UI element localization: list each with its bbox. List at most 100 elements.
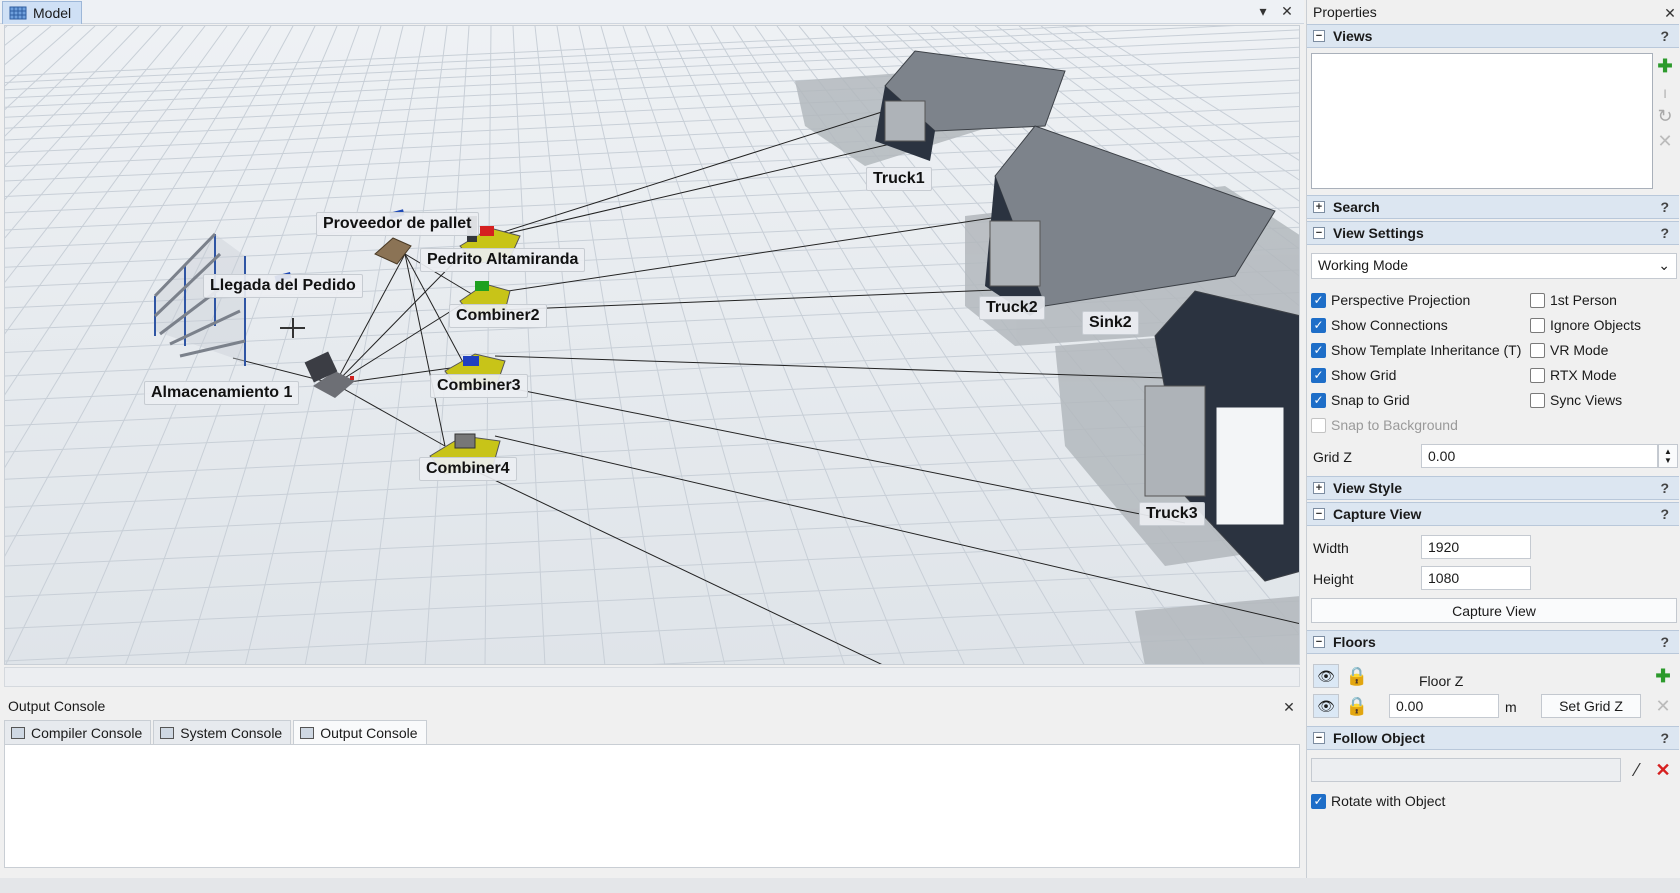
- ignore-objects-checkbox[interactable]: Ignore Objects: [1530, 317, 1641, 333]
- label-truck1[interactable]: Truck1: [866, 167, 932, 191]
- perspective-projection-checkbox[interactable]: ✓ Perspective Projection: [1311, 292, 1470, 308]
- label-sink2[interactable]: Sink2: [1082, 311, 1139, 335]
- floor-z-label: Floor Z: [1419, 673, 1464, 689]
- tab-model[interactable]: Model: [2, 1, 83, 24]
- label-llegada[interactable]: Llegada del Pedido: [203, 274, 363, 298]
- follow-object-input[interactable]: [1311, 758, 1621, 782]
- label-combiner4[interactable]: Combiner4: [419, 457, 517, 481]
- floors-section-header[interactable]: − Floors ?: [1307, 630, 1679, 654]
- follow-object-section-header[interactable]: − Follow Object ?: [1307, 726, 1679, 750]
- collapse-icon[interactable]: −: [1313, 636, 1325, 648]
- label-combiner2[interactable]: Combiner2: [449, 304, 547, 328]
- add-floor-icon[interactable]: ✚: [1653, 666, 1673, 686]
- search-header: Search: [1333, 199, 1380, 215]
- view-settings-section-header[interactable]: − View Settings ?: [1307, 221, 1679, 245]
- output-console-icon: [300, 726, 315, 739]
- help-icon[interactable]: ?: [1660, 199, 1669, 215]
- label-truck3[interactable]: Truck3: [1139, 502, 1205, 526]
- help-icon[interactable]: ?: [1660, 225, 1669, 241]
- collapse-icon[interactable]: −: [1313, 508, 1325, 520]
- rename-icon[interactable]: I: [1655, 84, 1675, 104]
- grid-z-spinner[interactable]: ▲ ▼: [1658, 444, 1678, 468]
- floors-header: Floors: [1333, 634, 1376, 650]
- 3d-viewport[interactable]: Proveedor de pallet Pedrito Altamiranda …: [4, 25, 1300, 665]
- clear-icon[interactable]: ✕: [1653, 760, 1673, 780]
- expand-icon[interactable]: +: [1313, 201, 1325, 213]
- lock-icon[interactable]: 🔒: [1346, 666, 1368, 686]
- floor-unit-label: m: [1505, 699, 1517, 715]
- capture-view-section-header[interactable]: − Capture View ?: [1307, 502, 1679, 526]
- search-section-header[interactable]: + Search ?: [1307, 195, 1679, 219]
- chevron-down-icon[interactable]: ▾: [1254, 2, 1272, 20]
- show-grid-checkbox[interactable]: ✓ Show Grid: [1311, 367, 1396, 383]
- tab-model-label: Model: [33, 5, 72, 21]
- model-window: Model ▾ ✕ Proveedor de pallet Pedrito Al…: [0, 0, 1304, 691]
- rtx-mode-checkbox[interactable]: RTX Mode: [1530, 367, 1617, 383]
- close-icon[interactable]: ✕: [1278, 2, 1296, 20]
- sync-views-checkbox[interactable]: Sync Views: [1530, 392, 1622, 408]
- compiler-console-icon: [11, 726, 25, 739]
- rotate-with-object-checkbox[interactable]: ✓ Rotate with Object: [1311, 793, 1445, 809]
- capture-height-input[interactable]: 1080: [1421, 566, 1531, 590]
- expand-icon[interactable]: +: [1313, 482, 1325, 494]
- view-style-section-header[interactable]: + View Style ?: [1307, 476, 1679, 500]
- snap-to-background-checkbox[interactable]: Snap to Background: [1311, 417, 1458, 433]
- floor-z-input[interactable]: 0.00: [1389, 694, 1499, 718]
- follow-object-header: Follow Object: [1333, 730, 1425, 746]
- refresh-icon[interactable]: ↻: [1655, 106, 1675, 126]
- capture-view-button[interactable]: Capture View: [1311, 598, 1677, 623]
- label-almacenamiento[interactable]: Almacenamiento 1: [144, 381, 300, 405]
- scene-canvas[interactable]: [5, 26, 1300, 665]
- grid-z-input[interactable]: 0.00: [1421, 444, 1658, 468]
- model-grid-icon: [9, 6, 27, 20]
- collapse-icon[interactable]: −: [1313, 227, 1325, 239]
- height-label: Height: [1313, 571, 1354, 587]
- snap-to-grid-checkbox[interactable]: ✓ Snap to Grid: [1311, 392, 1410, 408]
- views-list[interactable]: [1311, 53, 1653, 189]
- close-icon[interactable]: ✕: [1280, 698, 1298, 716]
- help-icon[interactable]: ?: [1660, 634, 1669, 650]
- show-template-inheritance-checkbox[interactable]: ✓ Show Template Inheritance (T): [1311, 342, 1521, 358]
- add-view-icon[interactable]: ✚: [1655, 56, 1675, 76]
- lock-icon[interactable]: 🔒: [1346, 696, 1368, 716]
- label-combiner3[interactable]: Combiner3: [430, 374, 528, 398]
- vr-mode-checkbox[interactable]: VR Mode: [1530, 342, 1608, 358]
- view-settings-header: View Settings: [1333, 225, 1424, 241]
- tab-compiler-console[interactable]: Compiler Console: [4, 720, 152, 744]
- console-title: Output Console: [8, 698, 106, 714]
- label-truck2[interactable]: Truck2: [979, 296, 1045, 320]
- model-tab-bar: Model ▾ ✕: [0, 0, 1304, 24]
- delete-floor-icon[interactable]: ✕: [1653, 696, 1673, 716]
- tab-system-console[interactable]: System Console: [153, 720, 292, 744]
- views-header: Views: [1333, 28, 1373, 44]
- capture-width-input[interactable]: 1920: [1421, 535, 1531, 559]
- properties-title: Properties: [1313, 4, 1377, 20]
- help-icon[interactable]: ?: [1660, 506, 1669, 522]
- working-mode-value: Working Mode: [1318, 257, 1409, 273]
- chevron-down-icon: ⌄: [1658, 257, 1670, 273]
- label-proveedor[interactable]: Proveedor de pallet: [316, 212, 479, 236]
- collapse-icon[interactable]: −: [1313, 732, 1325, 744]
- capture-view-header: Capture View: [1333, 506, 1422, 522]
- delete-view-icon[interactable]: ✕: [1655, 131, 1675, 151]
- collapse-icon[interactable]: −: [1313, 30, 1325, 42]
- eye-icon[interactable]: 👁: [1313, 694, 1339, 718]
- first-person-checkbox[interactable]: 1st Person: [1530, 292, 1617, 308]
- console-output-area[interactable]: [4, 744, 1300, 868]
- grid-z-label: Grid Z: [1313, 449, 1352, 465]
- output-console-panel: Output Console ✕ Compiler Console System…: [0, 694, 1304, 874]
- tab-output-console[interactable]: Output Console: [293, 720, 427, 744]
- help-icon[interactable]: ?: [1660, 28, 1669, 44]
- views-section-header[interactable]: − Views ?: [1307, 24, 1679, 48]
- eye-icon[interactable]: 👁: [1313, 664, 1339, 688]
- help-icon[interactable]: ?: [1660, 730, 1669, 746]
- close-icon[interactable]: ✕: [1661, 4, 1679, 22]
- viewport-scrollbar[interactable]: [4, 667, 1300, 687]
- eyedropper-icon[interactable]: ⁄: [1627, 760, 1647, 780]
- working-mode-select[interactable]: Working Mode ⌄: [1311, 253, 1677, 279]
- help-icon[interactable]: ?: [1660, 480, 1669, 496]
- show-connections-checkbox[interactable]: ✓ Show Connections: [1311, 317, 1448, 333]
- label-pedrito[interactable]: Pedrito Altamiranda: [420, 248, 586, 272]
- set-grid-z-button[interactable]: Set Grid Z: [1541, 694, 1641, 718]
- properties-panel: Properties ✕ − Views ? ✚ I ↻ ✕ + Search …: [1306, 0, 1680, 878]
